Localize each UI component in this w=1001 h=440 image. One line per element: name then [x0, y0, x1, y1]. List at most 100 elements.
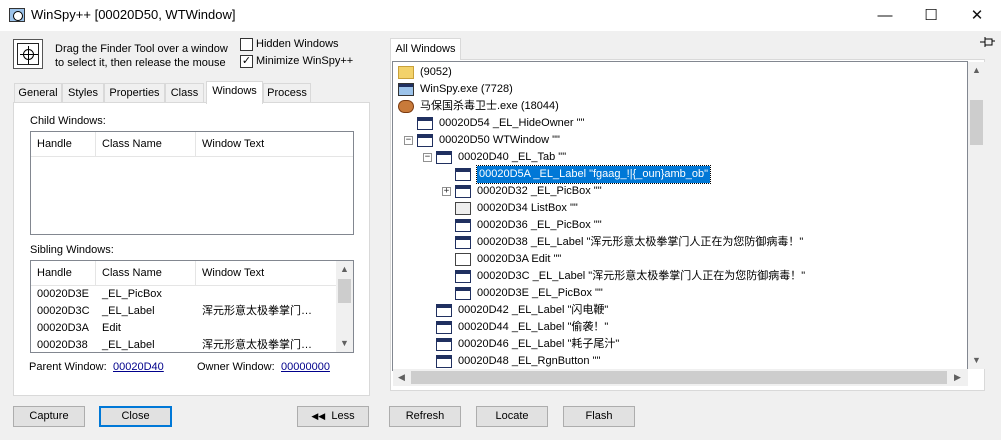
listbox-icon [455, 202, 471, 215]
tree-item[interactable]: 马保国杀毒卫士.exe (18044) [393, 98, 967, 115]
tree-item[interactable]: 00020D5A _EL_Label "fgaag_!|{_oun}amb_ob… [393, 165, 967, 184]
table-row[interactable]: 00020D3A Edit [31, 320, 336, 337]
tree-item[interactable]: 00020D44 _EL_Label "偷袭！" [393, 319, 967, 336]
window-icon [417, 134, 433, 147]
scroll-down-arrow-icon[interactable]: ▼ [336, 335, 353, 352]
column-class-name[interactable]: Class Name [96, 132, 196, 156]
table-row[interactable]: 00020D3C _EL_Label 浑元形意太极拳掌门… [31, 303, 336, 320]
window-icon [455, 219, 471, 232]
tree-item[interactable]: − 00020D40 _EL_Tab "" [393, 149, 967, 166]
table-row[interactable]: 00020D38 _EL_Label 浑元形意太极拳掌门… [31, 337, 336, 352]
app-icon [9, 8, 25, 22]
minimize-button[interactable]: — [862, 0, 908, 31]
tree-item-label: 00020D54 _EL_HideOwner "" [439, 117, 585, 129]
tree-item[interactable]: 00020D46 _EL_Label "耗子尾汁" [393, 336, 967, 353]
tree-item[interactable]: 00020D54 _EL_HideOwner "" [393, 115, 967, 132]
cell-class: _EL_Label [102, 339, 155, 351]
minimize-winspy-checkbox[interactable]: ✓ [240, 55, 253, 68]
tree-item[interactable]: 00020D3C _EL_Label "浑元形意太极拳掌门人正在为您防御病毒！" [393, 268, 967, 285]
window-icon [455, 168, 471, 181]
window-icon [436, 338, 452, 351]
child-list-header: Handle Class Name Window Text [31, 132, 353, 157]
column-handle[interactable]: Handle [31, 132, 96, 156]
column-class-name[interactable]: Class Name [96, 261, 196, 285]
child-windows-label: Child Windows: [30, 115, 106, 127]
column-window-text[interactable]: Window Text [196, 132, 353, 156]
cell-text: 浑元形意太极拳掌门… [202, 339, 312, 351]
finder-instructions: Drag the Finder Tool over a window to se… [55, 42, 228, 70]
close-window-button[interactable]: ✕ [954, 0, 1000, 31]
maximize-button[interactable]: ☐ [908, 0, 954, 31]
parent-window-link[interactable]: 00020D40 [113, 361, 164, 373]
locate-button[interactable]: Locate [476, 406, 548, 427]
tab-styles[interactable]: Styles [62, 83, 104, 103]
scroll-down-arrow-icon[interactable]: ▼ [968, 352, 985, 369]
scroll-up-arrow-icon[interactable]: ▲ [968, 62, 985, 79]
child-windows-list[interactable]: Handle Class Name Window Text [30, 131, 354, 235]
column-handle[interactable]: Handle [31, 261, 96, 285]
tree-item[interactable]: +00020D32 _EL_PicBox "" [393, 183, 967, 200]
hidden-windows-label: Hidden Windows [256, 38, 339, 50]
less-label: Less [331, 410, 355, 422]
scroll-up-arrow-icon[interactable]: ▲ [336, 261, 353, 278]
finder-text-line1: Drag the Finder Tool over a window [55, 43, 228, 55]
scroll-thumb[interactable] [338, 279, 351, 303]
tree-item-label: 00020D44 _EL_Label "偷袭！" [458, 321, 609, 333]
hidden-windows-checkbox[interactable] [240, 38, 253, 51]
less-button[interactable]: ◀◀ Less [297, 406, 369, 427]
tree-item[interactable]: 00020D34 ListBox "" [393, 200, 967, 217]
tree-item-label: 00020D46 _EL_Label "耗子尾汁" [458, 338, 620, 350]
tab-all-windows[interactable]: All Windows [390, 38, 461, 60]
tree-item[interactable]: (9052) [393, 64, 967, 81]
column-window-text[interactable]: Window Text [196, 261, 336, 285]
flash-button[interactable]: Flash [563, 406, 635, 427]
minimize-winspy-label: Minimize WinSpy++ [256, 55, 354, 67]
sibling-windows-list[interactable]: Handle Class Name Window Text 00020D3E _… [30, 260, 354, 353]
close-button[interactable]: Close [99, 406, 172, 427]
tree-item[interactable]: 00020D36 _EL_PicBox "" [393, 217, 967, 234]
tree-item[interactable]: 00020D38 _EL_Label "浑元形意太极拳掌门人正在为您防御病毒！" [393, 234, 967, 251]
tree-item[interactable]: 00020D3A Edit "" [393, 251, 967, 268]
tab-properties[interactable]: Properties [104, 83, 165, 103]
tab-windows[interactable]: Windows [206, 81, 263, 104]
tree-item-label: 00020D36 _EL_PicBox "" [477, 219, 602, 231]
owner-window-link[interactable]: 00000000 [281, 361, 330, 373]
collapse-icon[interactable]: − [404, 136, 413, 145]
tree-item[interactable]: − 00020D50 WTWindow "" [393, 132, 967, 149]
window-tree[interactable]: (9052) WinSpy.exe (7728) 马保国杀毒卫士.exe (1804… [392, 61, 968, 371]
window-icon [455, 270, 471, 283]
sibling-list-scrollbar[interactable]: ▲ ▼ [336, 261, 353, 352]
tree-item-label: 00020D38 _EL_Label "浑元形意太极拳掌门人正在为您防御病毒！" [477, 236, 804, 248]
edit-icon [455, 253, 471, 266]
tree-vertical-scrollbar[interactable]: ▲ ▼ [968, 62, 985, 369]
tree-item-label: 00020D3A Edit "" [477, 253, 562, 265]
tree-hscroll-thumb[interactable] [411, 371, 947, 384]
tab-process[interactable]: Process [263, 83, 311, 103]
tree-item-label: (9052) [420, 66, 452, 78]
window-title: WinSpy++ [00020D50, WTWindow] [31, 7, 236, 22]
pin-icon[interactable] [980, 36, 996, 48]
sibling-windows-label: Sibling Windows: [30, 244, 114, 256]
tab-class[interactable]: Class [165, 83, 204, 103]
tree-item[interactable]: 00020D3E _EL_PicBox "" [393, 285, 967, 302]
scroll-left-arrow-icon[interactable]: ◀ [393, 369, 410, 386]
finder-tool-icon[interactable] [13, 39, 43, 69]
tree-item[interactable]: WinSpy.exe (7728) [393, 81, 967, 98]
scroll-right-arrow-icon[interactable]: ▶ [949, 369, 966, 386]
tab-general[interactable]: General [14, 83, 62, 103]
tree-item[interactable]: 00020D42 _EL_Label "闪电鞭" [393, 302, 967, 319]
cell-handle: 00020D3A [37, 322, 89, 334]
cell-text: 浑元形意太极拳掌门… [202, 305, 312, 317]
table-row[interactable]: 00020D3E _EL_PicBox [31, 286, 336, 303]
tree-item[interactable]: 00020D48 _EL_RgnButton "" [393, 353, 967, 370]
folder-icon [398, 66, 414, 79]
collapse-icon[interactable]: − [423, 153, 432, 162]
tree-horizontal-scrollbar[interactable]: ◀ ▶ [393, 369, 968, 386]
tree-item-label: 00020D50 WTWindow "" [439, 134, 560, 146]
cell-handle: 00020D3E [37, 288, 89, 300]
expand-icon[interactable]: + [442, 187, 451, 196]
tree-item-label: WinSpy.exe (7728) [420, 83, 513, 95]
capture-button[interactable]: Capture [13, 406, 85, 427]
refresh-button[interactable]: Refresh [389, 406, 461, 427]
tree-scroll-thumb[interactable] [970, 100, 983, 145]
